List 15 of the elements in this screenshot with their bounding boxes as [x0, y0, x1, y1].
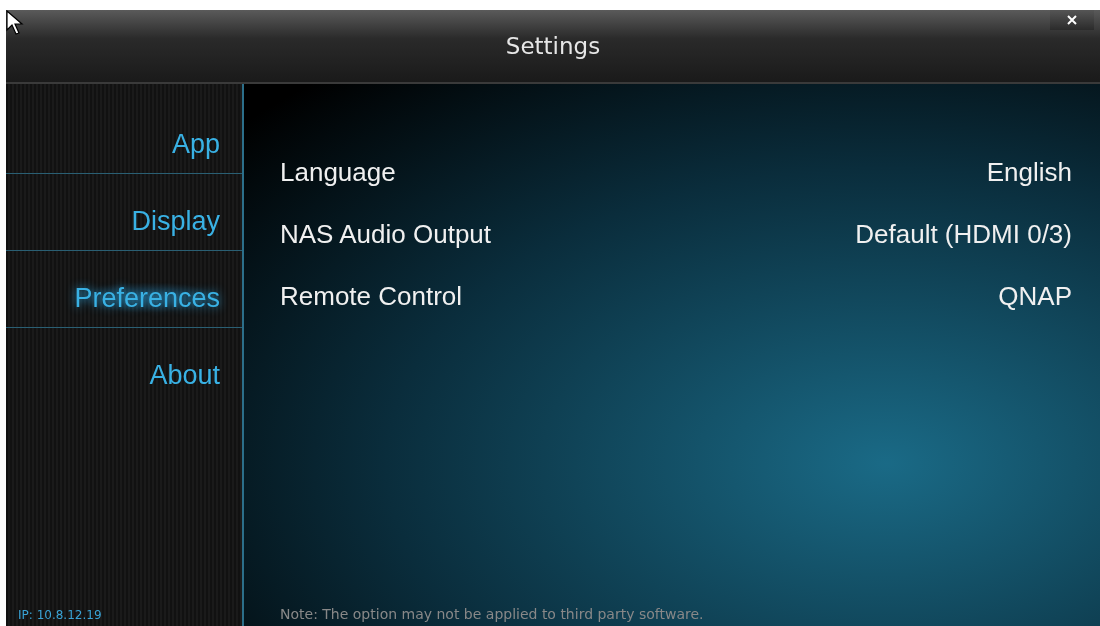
setting-label[interactable]: Language — [280, 154, 396, 190]
mouse-pointer-icon — [6, 10, 24, 36]
setting-label[interactable]: NAS Audio Output — [280, 216, 492, 252]
window-title: Settings — [505, 33, 601, 59]
setting-label[interactable]: Remote Control — [280, 278, 463, 314]
setting-value[interactable]: Default (HDMI 0/3) — [855, 216, 1072, 252]
setting-value[interactable]: QNAP — [998, 278, 1072, 314]
close-icon — [1066, 14, 1078, 26]
sidebar-item[interactable]: About — [149, 359, 220, 391]
sidebar-item[interactable]: App — [171, 128, 220, 159]
close-button[interactable] — [1050, 10, 1094, 30]
setting-value[interactable]: English — [986, 154, 1072, 190]
note-text: Note: The option may not be applied to third party software. — [280, 606, 705, 624]
sidebar-item[interactable]: Display — [131, 205, 220, 236]
ip-address: IP: 10.8.12.19 — [17, 608, 103, 624]
